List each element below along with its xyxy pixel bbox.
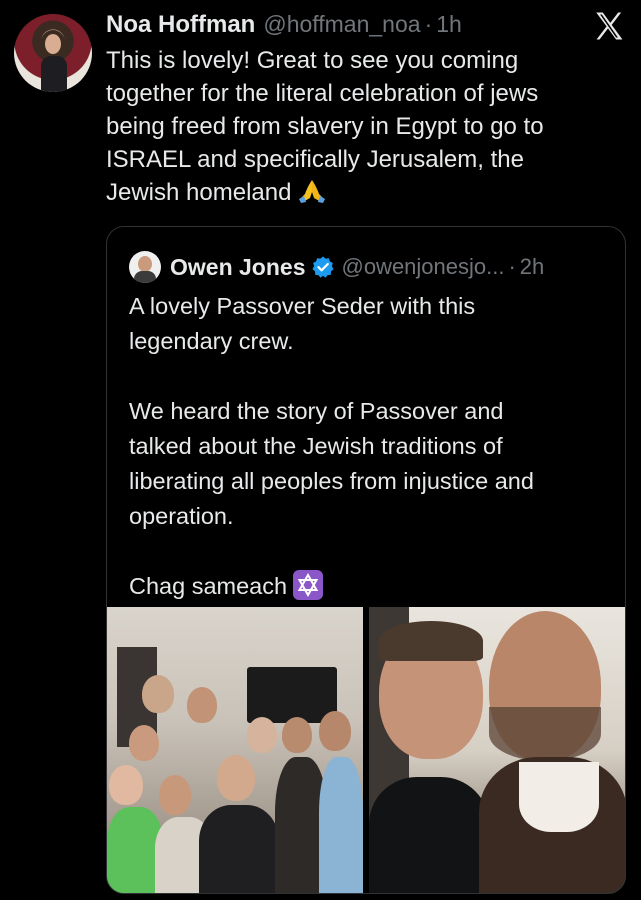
person-shirt — [369, 777, 489, 893]
quoted-line: A lovely Passover Seder with this — [129, 293, 476, 319]
person-head — [217, 755, 255, 801]
person-head — [319, 711, 351, 751]
avatar-face — [45, 34, 61, 54]
person-head — [159, 775, 191, 815]
quoted-line: liberating all peoples from injustice an… — [129, 468, 534, 494]
quoted-line: operation. — [129, 503, 234, 529]
quoted-text: A lovely Passover Seder with this legend… — [129, 289, 609, 604]
x-logo-icon[interactable] — [592, 9, 626, 43]
avatar-body — [41, 56, 67, 92]
tweet-line: together for the literal celebration of … — [106, 80, 539, 107]
quoted-avatar-head — [138, 256, 152, 272]
tweet-text: This is lovely! Great to see you coming … — [106, 44, 616, 209]
author-name[interactable]: Noa Hoffman — [106, 11, 255, 39]
person-head — [109, 765, 143, 805]
person-head — [187, 687, 217, 723]
author-avatar[interactable] — [14, 14, 92, 92]
tweet-line-last: Jewish homeland — [106, 176, 616, 209]
tweet-time[interactable]: 1h — [436, 11, 462, 38]
quoted-line: Chag sameach — [129, 573, 288, 599]
person-head — [247, 717, 277, 753]
quoted-time[interactable]: 2h — [520, 254, 544, 280]
tweet-header: Noa Hoffman @hoffman_noa · 1h — [106, 11, 462, 41]
person-hair — [379, 621, 483, 661]
quoted-avatar-body — [134, 271, 156, 283]
quoted-header: Owen Jones @owenjonesjo... · 2h — [129, 251, 544, 283]
group-photo[interactable] — [107, 607, 363, 893]
person-shirt — [319, 757, 363, 893]
quoted-line: talked about the Jewish traditions of — [129, 433, 503, 459]
selfie-photo[interactable] — [369, 607, 625, 893]
folded-hands-icon — [299, 180, 326, 203]
tweet-line: This is lovely! Great to see you coming — [106, 47, 519, 74]
quoted-line: We heard the story of Passover and — [129, 398, 504, 424]
person-head — [282, 717, 312, 753]
tweet-line: being freed from slavery in Egypt to go … — [106, 113, 544, 140]
quoted-separator-dot: · — [508, 254, 516, 279]
quoted-tweet[interactable]: Owen Jones @owenjonesjo... · 2h A lovely… — [106, 226, 626, 894]
star-of-david-icon — [293, 570, 324, 600]
person-beard — [489, 707, 601, 761]
quoted-media — [107, 607, 625, 893]
quoted-line: legendary crew. — [129, 328, 294, 354]
quoted-author-handle[interactable]: @owenjonesjo... — [341, 254, 504, 280]
person-head — [142, 675, 174, 713]
tweet-line: ISRAEL and specifically Jerusalem, the — [106, 146, 524, 173]
tv-screen — [247, 667, 337, 723]
separator-dot: · — [424, 11, 433, 37]
author-handle[interactable]: @hoffman_noa — [263, 11, 420, 38]
verified-badge-icon — [312, 256, 334, 278]
tweet-line: Jewish homeland — [106, 179, 292, 206]
person-head — [129, 725, 159, 761]
person-shirt — [199, 805, 279, 893]
quoted-author-name[interactable]: Owen Jones — [170, 254, 305, 281]
person-tshirt — [519, 762, 599, 832]
quoted-avatar[interactable] — [129, 251, 161, 283]
quoted-line-last: Chag sameach — [129, 569, 609, 604]
